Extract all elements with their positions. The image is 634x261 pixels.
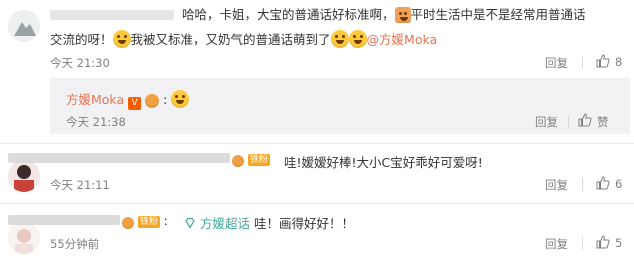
thumb-up-icon[interactable]: [596, 235, 610, 249]
emoji-icon: [394, 7, 411, 23]
thumb-up-icon[interactable]: [596, 54, 610, 68]
fan-badge: 铁粉: [137, 216, 160, 228]
like-count: 6: [615, 177, 623, 191]
fan-badge-group: 铁粉 :: [122, 213, 168, 229]
laughing-face-icon: [330, 30, 349, 48]
reply-button[interactable]: 回复: [545, 236, 568, 252]
avatar[interactable]: [8, 10, 40, 42]
comment-text: 哈哈，卡姐，大宝的普通话好标准啊， 平时生活中是不是经常用普通话: [182, 7, 586, 23]
avatar[interactable]: [8, 160, 40, 192]
divider: [582, 56, 583, 69]
fan-badge: 铁粉: [247, 154, 270, 166]
thumb-up-icon[interactable]: [596, 176, 610, 190]
medal-icon: [232, 155, 244, 167]
reply-button[interactable]: 回复: [545, 55, 568, 71]
divider: [582, 178, 583, 191]
laughing-face-icon: [171, 90, 190, 108]
like-label[interactable]: 赞: [597, 114, 609, 130]
mention-link[interactable]: @方媛Moka: [367, 32, 438, 47]
like-count: 5: [615, 236, 623, 250]
comment-text-line2: 交流的呀！ 我被又标准，又奶气的普通话萌到了 @方媛Moka: [50, 30, 438, 48]
reply-button[interactable]: 回复: [545, 177, 568, 193]
comment-time: 今天 21:30: [50, 56, 110, 70]
v-badge-icon: V: [128, 97, 142, 110]
fan-badge-group: 铁粉: [232, 152, 270, 167]
divider: [568, 115, 569, 128]
divider: [582, 237, 583, 250]
medal-icon: [122, 217, 134, 229]
crying-face-icon: [112, 30, 131, 48]
username-blurred[interactable]: [50, 10, 174, 20]
topic-line: 方媛超话 哇！画得好好！！: [184, 213, 354, 232]
avatar[interactable]: [8, 222, 40, 254]
username-blurred[interactable]: [8, 153, 230, 163]
like-count: 8: [615, 55, 623, 69]
comment-time: 55分钟前: [50, 237, 100, 251]
reply-author-link[interactable]: 方媛Moka: [66, 92, 124, 107]
diamond-icon: [184, 217, 196, 232]
thumb-up-icon[interactable]: [578, 113, 592, 127]
divider: [0, 143, 634, 144]
reply-time: 今天 21:38: [66, 115, 126, 129]
topic-link[interactable]: 方媛超话: [200, 216, 250, 231]
username-blurred[interactable]: [8, 215, 120, 225]
laughing-face-icon: [348, 30, 367, 48]
divider: [0, 203, 634, 204]
reply-button[interactable]: 回复: [535, 114, 558, 130]
medal-icon: [145, 94, 160, 108]
reply-line: 方媛Moka V :: [66, 89, 190, 110]
comment-time: 今天 21:11: [50, 178, 110, 192]
comment-text: 哇!嫒嫒好棒!大小C宝好乖好可爱呀!: [284, 155, 483, 170]
